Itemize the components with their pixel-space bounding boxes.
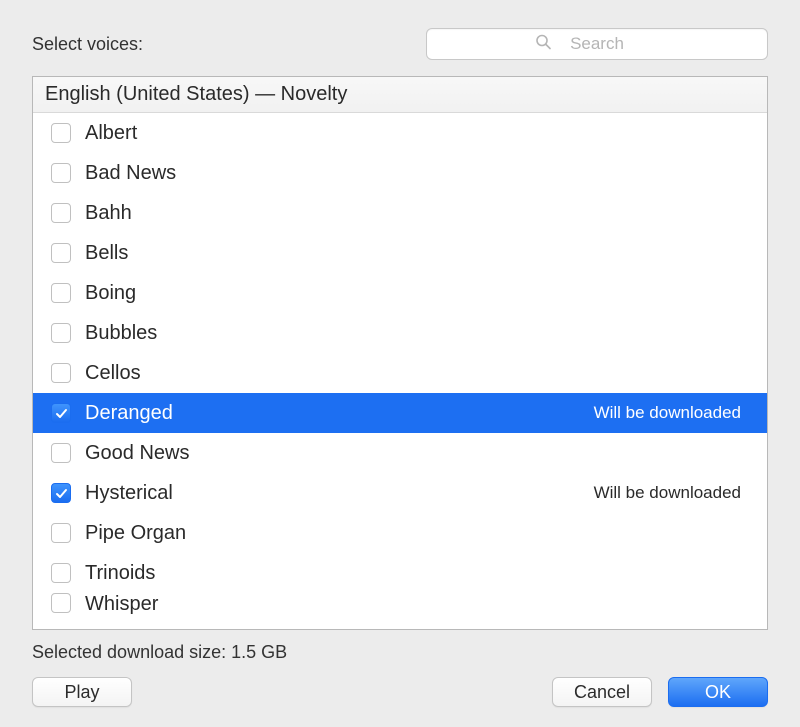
voice-label: Bad News [85,162,755,185]
cancel-button[interactable]: Cancel [552,677,652,707]
voice-checkbox[interactable] [51,443,71,463]
voice-row[interactable]: Bahh [33,193,767,233]
voice-checkbox[interactable] [51,363,71,383]
voice-row[interactable]: Boing [33,273,767,313]
voice-row[interactable]: DerangedWill be downloaded [33,393,767,433]
voice-row[interactable]: Pipe Organ [33,513,767,553]
voice-row[interactable]: Trinoids [33,553,767,593]
voice-checkbox[interactable] [51,283,71,303]
search-wrap [426,28,768,60]
voice-list-box: English (United States) — Novelty Albert… [32,76,768,630]
voice-row[interactable]: Albert [33,113,767,153]
voice-row[interactable]: Bubbles [33,313,767,353]
voice-label: Bahh [85,202,755,225]
voice-checkbox[interactable] [51,563,71,583]
voice-checkbox[interactable] [51,523,71,543]
voice-checkbox[interactable] [51,483,71,503]
voice-checkbox[interactable] [51,243,71,263]
voice-row[interactable]: Bad News [33,153,767,193]
voice-label: Good News [85,442,755,465]
voice-label: Whisper [85,593,755,616]
search-input[interactable] [426,28,768,60]
voice-list[interactable]: Albert Bad News Bahh Bells Boing Bubbles Cello… [33,113,767,629]
voice-label: Bells [85,242,755,265]
voice-row[interactable]: HystericalWill be downloaded [33,473,767,513]
voice-label: Hysterical [85,482,594,505]
select-voices-label: Select voices: [32,34,143,55]
play-button[interactable]: Play [32,677,132,707]
voice-row[interactable]: Good News [33,433,767,473]
voice-label: Deranged [85,402,594,425]
voice-status: Will be downloaded [594,483,741,503]
voice-group-header: English (United States) — Novelty [33,77,767,113]
voice-label: Trinoids [85,562,755,585]
voice-checkbox[interactable] [51,163,71,183]
voice-checkbox[interactable] [51,323,71,343]
voice-row[interactable]: Bells [33,233,767,273]
voice-row[interactable]: Cellos [33,353,767,393]
voice-checkbox[interactable] [51,203,71,223]
voice-label: Cellos [85,362,755,385]
download-size-status: Selected download size: 1.5 GB [32,642,768,663]
voice-status: Will be downloaded [594,403,741,423]
voice-label: Bubbles [85,322,755,345]
voice-label: Boing [85,282,755,305]
voice-checkbox[interactable] [51,123,71,143]
header-row: Select voices: [32,28,768,60]
voice-selection-dialog: Select voices: English (United States) —… [0,0,800,727]
voice-checkbox[interactable] [51,403,71,423]
voice-label: Pipe Organ [85,522,755,545]
voice-checkbox[interactable] [51,593,71,613]
voice-row[interactable]: Whisper [33,593,767,619]
ok-button[interactable]: OK [668,677,768,707]
voice-label: Albert [85,122,755,145]
button-row: Play Cancel OK [32,677,768,707]
